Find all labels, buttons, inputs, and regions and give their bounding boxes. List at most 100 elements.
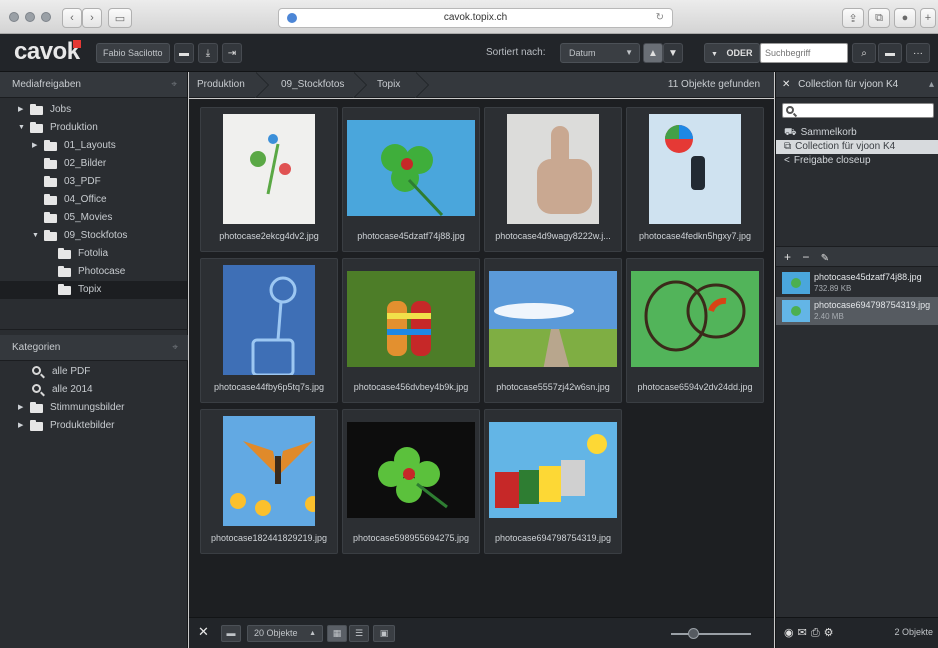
category-label: alle 2014	[52, 384, 93, 395]
tree-item-topix[interactable]: Topix	[0, 281, 187, 299]
settings-icon[interactable]: ⚙	[824, 627, 838, 639]
search-icon[interactable]: ⌕	[852, 43, 876, 63]
more-icon[interactable]: ···	[906, 43, 930, 63]
download-icon[interactable]: ⤓	[198, 43, 218, 63]
new-tab-button[interactable]: +	[920, 8, 936, 28]
collapsed-arrow-icon[interactable]: ▶	[18, 417, 23, 435]
window-controls[interactable]	[9, 12, 51, 22]
sort-select[interactable]: Datum ▼	[560, 43, 640, 63]
asset-thumbnail[interactable]	[489, 422, 617, 521]
objects-per-page-select[interactable]: 20 Objekte ▲	[247, 625, 323, 642]
tree-item-05-movies[interactable]: 05_Movies	[0, 209, 187, 227]
remove-icon[interactable]: −	[802, 250, 809, 264]
asset-card[interactable]: photocase5557zj42w6sn.jpg	[484, 258, 622, 403]
forward-button[interactable]: ›	[82, 8, 102, 28]
collection-item[interactable]: ⧉ Collection für vjoon K4	[776, 140, 938, 154]
logout-icon[interactable]: ⇥	[222, 43, 242, 63]
edit-icon[interactable]: ✎	[821, 253, 829, 264]
search-input[interactable]	[760, 43, 848, 63]
chat-icon[interactable]: ▬	[174, 43, 194, 63]
asset-card[interactable]: photocase45dzatf74j88.jpg	[342, 107, 480, 252]
add-icon[interactable]: +	[784, 250, 791, 264]
folder-icon[interactable]: ▬	[221, 625, 241, 642]
share-button[interactable]: ⇪	[842, 8, 864, 28]
asset-thumbnail[interactable]	[347, 422, 475, 521]
collection-file[interactable]: photocase45dzatf74j88.jpg 732.89 KB	[776, 269, 938, 297]
asset-thumbnail[interactable]	[649, 114, 741, 227]
asset-card[interactable]: photocase182441829219.jpg	[200, 409, 338, 554]
collection-search-input[interactable]	[782, 103, 934, 118]
user-name[interactable]: Fabio Sacilotto	[96, 43, 170, 63]
asset-thumbnail[interactable]	[223, 265, 315, 378]
tree-item-01-layouts[interactable]: ▶ 01_Layouts	[0, 137, 187, 155]
print-icon[interactable]: ⎙	[811, 627, 824, 639]
tree-item-produktion[interactable]: ▼ Produktion	[0, 119, 187, 137]
reload-icon[interactable]: ↻	[656, 9, 664, 27]
tabs-button[interactable]: ⧉	[868, 8, 890, 28]
collapsed-arrow-icon[interactable]: ▶	[18, 399, 23, 417]
panel-refresh-icon[interactable]: ⌖	[172, 335, 178, 361]
address-bar[interactable]: cavok.topix.ch ↻	[278, 8, 673, 28]
tree-item-02-bilder[interactable]: 02_Bilder	[0, 155, 187, 173]
category-item[interactable]: ▶ Produktebilder	[0, 417, 188, 435]
breadcrumb-item-produktion[interactable]: Produktion	[197, 72, 245, 98]
collection-file[interactable]: photocase694798754319.jpg 2.40 MB	[776, 297, 938, 325]
asset-thumbnail[interactable]	[507, 114, 599, 227]
asset-card[interactable]: photocase44fby6p5tq7s.jpg	[200, 258, 338, 403]
asset-card[interactable]: photocase6594v2dv24dd.jpg	[626, 258, 764, 403]
tree-item-label: 05_Movies	[64, 212, 113, 223]
mail-icon[interactable]: ✉	[798, 627, 811, 639]
asset-card[interactable]: photocase2ekcg4dv2.jpg	[200, 107, 338, 252]
sort-ascending-button[interactable]: ▲	[643, 43, 663, 63]
collapsed-arrow-icon[interactable]: ▶	[18, 101, 23, 119]
tree-item-photocase[interactable]: Photocase	[0, 263, 187, 281]
asset-card[interactable]: photocase694798754319.jpg	[484, 409, 622, 554]
close-icon[interactable]: ✕	[198, 624, 209, 640]
asset-thumbnail[interactable]	[489, 271, 619, 381]
category-item[interactable]: alle 2014	[0, 381, 188, 399]
briefcase-icon[interactable]: ▣	[373, 625, 395, 642]
asset-thumbnail[interactable]	[347, 271, 475, 370]
preview-icon[interactable]: ◉	[784, 627, 798, 639]
search-mode-select[interactable]: ▼ ODER	[704, 43, 760, 63]
list-view-icon[interactable]: ☰	[349, 625, 369, 642]
chevron-up-icon[interactable]: ▴	[929, 72, 934, 98]
thumbnail-image	[507, 114, 599, 224]
asset-card[interactable]: photocase598955694275.jpg	[342, 409, 480, 554]
back-button[interactable]: ‹	[62, 8, 82, 28]
collapsed-arrow-icon[interactable]: ▶	[32, 137, 37, 155]
close-icon[interactable]: ✕	[782, 79, 790, 90]
asset-thumbnail[interactable]	[631, 271, 759, 370]
breadcrumb-item-stockfotos[interactable]: 09_Stockfotos	[281, 72, 344, 98]
sort-descending-button[interactable]: ▼	[663, 43, 683, 63]
extension-button[interactable]: ●	[894, 8, 916, 28]
sidebar-toggle-button[interactable]: ▭	[108, 8, 132, 28]
expanded-arrow-icon[interactable]: ▼	[18, 119, 25, 137]
zoom-slider-thumb[interactable]	[688, 628, 700, 639]
panel-refresh-icon[interactable]: ⌖	[171, 72, 177, 98]
folder-icon[interactable]: ▬	[878, 43, 902, 63]
collection-item[interactable]: ⛟ Sammelkorb	[776, 126, 938, 140]
asset-card[interactable]: photocase456dvbey4b9k.jpg	[342, 258, 480, 403]
asset-card[interactable]: photocase4d9wagy8222w.j...	[484, 107, 622, 252]
tree-item-04-office[interactable]: 04_Office	[0, 191, 187, 209]
tree-item-jobs[interactable]: ▶ Jobs	[0, 101, 187, 119]
zoom-slider[interactable]	[671, 633, 751, 635]
asset-card[interactable]: photocase4fedkn5hgxy7.jpg	[626, 107, 764, 252]
category-item[interactable]: alle PDF	[0, 363, 188, 381]
asset-thumbnail[interactable]	[223, 416, 321, 529]
expanded-arrow-icon[interactable]: ▼	[32, 227, 39, 245]
grid-view-icon[interactable]: ▦	[327, 625, 347, 642]
tree-item-09-stockfotos[interactable]: ▼ 09_Stockfotos	[0, 227, 187, 245]
tree-item-fotolia[interactable]: Fotolia	[0, 245, 187, 263]
breadcrumb-item-topix[interactable]: Topix	[377, 72, 400, 98]
category-item[interactable]: ▶ Stimmungsbilder	[0, 399, 188, 417]
asset-filename: photocase6594v2dv24dd.jpg	[637, 382, 753, 392]
collection-tools: + − ✎	[776, 247, 938, 267]
collection-item[interactable]: < Freigabe closeup	[776, 154, 938, 168]
app-logo[interactable]: cavok	[14, 38, 80, 66]
file-name: photocase45dzatf74j88.jpg	[814, 272, 922, 282]
tree-item-03-pdf[interactable]: 03_PDF	[0, 173, 187, 191]
asset-thumbnail[interactable]	[223, 114, 315, 227]
asset-thumbnail[interactable]	[347, 120, 475, 219]
